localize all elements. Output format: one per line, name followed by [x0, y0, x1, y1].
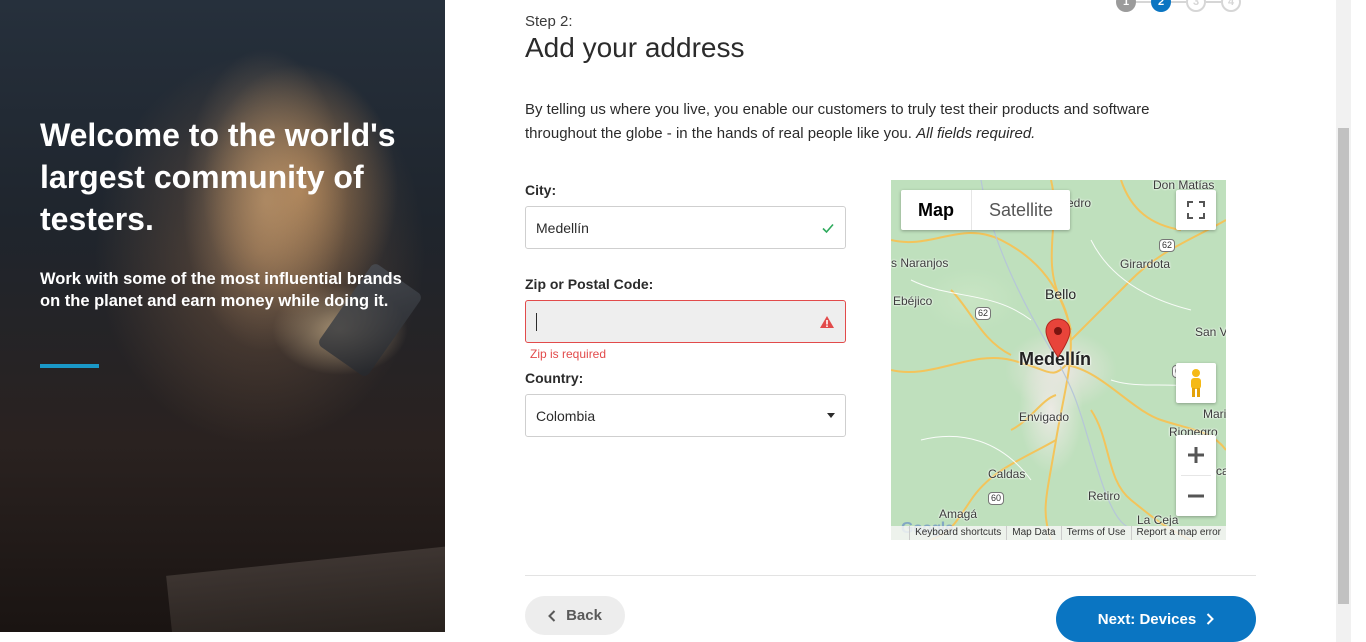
map-label-retiro: Retiro — [1088, 489, 1121, 503]
terms-of-use-link[interactable]: Terms of Use — [1060, 526, 1131, 540]
step-connector — [1136, 1, 1151, 3]
map-label-edro: edro — [1067, 196, 1092, 210]
zoom-out-button[interactable] — [1176, 476, 1216, 516]
road-shield: 62 — [1159, 239, 1176, 252]
chevron-left-icon — [548, 609, 556, 622]
text-caret — [536, 312, 537, 331]
country-label: Country: — [525, 370, 584, 386]
hero-title: Welcome to the world's largest community… — [40, 117, 396, 237]
city-input[interactable]: Medellín — [525, 206, 846, 249]
scrollbar-thumb[interactable] — [1338, 128, 1349, 604]
back-button[interactable]: Back — [525, 596, 625, 635]
map-type-control: Map Satellite — [901, 190, 1071, 230]
map-label-caldas: Caldas — [988, 467, 1026, 481]
map-marker-icon[interactable] — [1045, 318, 1071, 358]
report-map-error-link[interactable]: Report a map error — [1130, 526, 1226, 540]
intro-text: By telling us where you live, you enable… — [525, 98, 1215, 146]
step-label: Step 2: — [525, 13, 573, 30]
city-label: City: — [525, 182, 557, 198]
hero-panel: Welcome to the world's largest community… — [0, 0, 445, 632]
map-type-satellite-button[interactable]: Satellite — [972, 190, 1070, 230]
zoom-control — [1176, 435, 1216, 516]
chevron-right-icon — [1206, 613, 1215, 625]
hero-accent-rule — [40, 364, 99, 368]
step-indicator-4: 4 — [1221, 0, 1241, 12]
country-value: Colombia — [536, 407, 596, 424]
warning-icon — [820, 315, 834, 328]
location-map[interactable]: Don Matías edro s Naranjos Girardota Bel… — [891, 180, 1226, 540]
map-label-ca: ca — [1216, 464, 1226, 478]
zoom-in-button[interactable] — [1176, 435, 1216, 475]
footer-divider — [525, 575, 1256, 576]
pegman-icon — [1191, 369, 1201, 397]
check-icon — [822, 223, 834, 233]
country-select[interactable]: Colombia — [525, 394, 846, 437]
map-label-girardota: Girardota — [1120, 257, 1171, 271]
plus-icon — [1188, 447, 1204, 463]
map-label-mari: Mari — [1203, 407, 1226, 421]
fullscreen-icon — [1187, 201, 1205, 219]
back-button-label: Back — [566, 607, 602, 624]
caret-down-icon — [827, 413, 835, 418]
next-button-label: Next: Devices — [1097, 610, 1197, 628]
zip-input[interactable] — [525, 300, 846, 343]
step-indicator-2: 2 — [1151, 0, 1171, 12]
bottom-strip — [0, 632, 445, 642]
step-connector — [1171, 1, 1186, 3]
hero-photo-table — [166, 544, 445, 632]
progress-stepper: 1 2 3 4 — [1116, 0, 1241, 12]
map-footer: Keyboard shortcuts Map Data Terms of Use… — [891, 526, 1226, 540]
zip-label: Zip or Postal Code: — [525, 276, 654, 292]
intro-body: By telling us where you live, you enable… — [525, 101, 1150, 142]
page-scrollbar[interactable] — [1336, 0, 1351, 642]
map-label-envigado: Envigado — [1019, 410, 1070, 424]
next-devices-button[interactable]: Next: Devices — [1056, 596, 1256, 642]
map-label-bello: Bello — [1045, 286, 1077, 302]
map-label-san-v: San V — [1195, 325, 1226, 339]
minus-icon — [1188, 494, 1204, 498]
keyboard-shortcuts-link[interactable]: Keyboard shortcuts — [909, 526, 1006, 540]
road-shield: 62 — [975, 307, 992, 320]
zip-error-message: Zip is required — [530, 347, 607, 361]
map-data-link[interactable]: Map Data — [1006, 526, 1060, 540]
fullscreen-button[interactable] — [1176, 190, 1216, 230]
map-type-map-button[interactable]: Map — [901, 190, 972, 230]
map-label-la-ceja: La Ceja — [1137, 513, 1179, 527]
page-title: Add your address — [525, 32, 745, 63]
step-indicator-1: 1 — [1116, 0, 1136, 12]
map-label-naranjos: s Naranjos — [891, 256, 949, 270]
step-indicator-3: 3 — [1186, 0, 1206, 12]
hero-subtitle: Work with some of the most influential b… — [40, 270, 402, 310]
step-connector — [1206, 1, 1221, 3]
road-shield: 60 — [988, 492, 1005, 505]
signup-page: Welcome to the world's largest community… — [0, 0, 1366, 642]
city-value: Medellín — [536, 219, 589, 236]
map-label-amaga: Amagá — [939, 507, 978, 521]
intro-emphasis: All fields required. — [916, 125, 1036, 142]
street-view-button[interactable] — [1176, 363, 1216, 403]
map-label-ebejico: Ebéjico — [893, 294, 933, 308]
